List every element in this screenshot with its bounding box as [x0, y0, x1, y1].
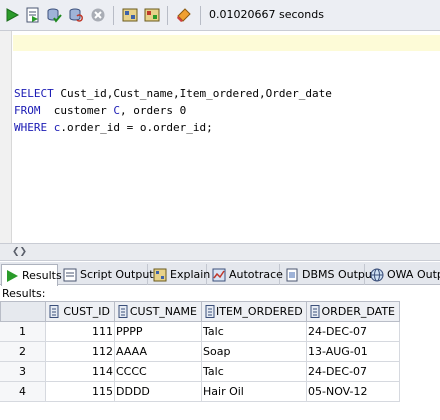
explain-button[interactable] [144, 7, 160, 23]
explain-icon [144, 8, 160, 22]
select-columns: Cust_id,Cust_name,Item_ordered,Order_dat… [53, 87, 332, 100]
cell-cust-name[interactable]: PPPP [115, 322, 202, 342]
where-condition: .order_id = o.order_id; [60, 121, 213, 134]
sql-editor[interactable]: SELECT Cust_id,Cust_name,Item_ordered,Or… [0, 31, 440, 243]
cell-order-date[interactable]: 05-NOV-12 [307, 382, 400, 402]
results-icon [5, 269, 19, 283]
cell-cust-id[interactable]: 115 [46, 382, 115, 402]
tab-label: OWA Outp [387, 268, 440, 281]
table-row[interactable]: 4 115 DDDD Hair Oil 05-NOV-12 [0, 382, 400, 402]
autotrace-icon [212, 268, 226, 282]
row-number: 1 [0, 322, 46, 342]
alias-c: C [113, 104, 120, 117]
explain-tab-icon [153, 268, 167, 282]
cell-cust-id[interactable]: 112 [46, 342, 115, 362]
code-line-2: FROM customer C, orders 0 [14, 103, 186, 119]
tab-label: Results [22, 269, 62, 282]
results-label: Results: [2, 287, 46, 300]
tab-results[interactable]: Results [1, 264, 62, 286]
column-header-label: CUST_ID [63, 305, 110, 318]
cell-order-date[interactable]: 24-DEC-07 [307, 322, 400, 342]
output-tabs: Results Script Output Explain Autotrace … [0, 262, 440, 286]
keyword-select: SELECT [14, 87, 54, 100]
editor-gutter [0, 31, 12, 243]
elapsed-time: 0.01020667 seconds [209, 8, 324, 21]
table-row[interactable]: 3 114 CCCC Talc 24-DEC-07 [0, 362, 400, 382]
toolbar-separator [113, 6, 114, 25]
table-row[interactable]: 1 111 PPPP Talc 24-DEC-07 [0, 322, 400, 342]
column-icon [310, 305, 320, 318]
commit-icon [47, 8, 62, 23]
tab-label: Script Output [80, 268, 154, 281]
code-line-1: SELECT Cust_id,Cust_name,Item_ordered,Or… [14, 86, 332, 102]
from-table-customer: customer [40, 104, 114, 117]
cell-order-date[interactable]: 24-DEC-07 [307, 362, 400, 382]
column-header-label: ORDER_DATE [321, 305, 395, 318]
dbms-output-icon [285, 268, 299, 282]
cell-item-ordered[interactable]: Talc [202, 322, 307, 342]
play-icon [6, 8, 20, 22]
column-icon [118, 305, 128, 318]
panel-splitter[interactable]: ❮❯ [0, 243, 440, 261]
script-output-icon [63, 268, 77, 282]
cell-item-ordered[interactable]: Talc [202, 362, 307, 382]
cell-order-date[interactable]: 13-AUG-01 [307, 342, 400, 362]
run-script-button[interactable] [25, 7, 41, 23]
alias-c-ref: c [47, 121, 61, 134]
tab-autotrace[interactable]: Autotrace [209, 264, 283, 285]
column-header-cust-name[interactable]: CUST_NAME [114, 301, 202, 322]
row-number: 3 [0, 362, 46, 382]
commit-button[interactable] [46, 7, 62, 23]
worksheet-toolbar: 0.01020667 seconds [0, 0, 440, 31]
keyword-from: FROM [14, 104, 41, 117]
tab-dbms-output[interactable]: DBMS Output [282, 264, 376, 285]
code-line-3: WHERE c.order_id = o.order_id; [14, 120, 213, 136]
cell-cust-id[interactable]: 114 [46, 362, 115, 382]
column-header-item-ordered[interactable]: ITEM_ORDERED [201, 301, 307, 322]
cell-cust-name[interactable]: DDDD [115, 382, 202, 402]
cancel-icon [91, 8, 105, 22]
clear-button[interactable] [176, 7, 192, 23]
collapse-arrows-icon[interactable]: ❮❯ [12, 247, 27, 257]
cancel-button[interactable] [90, 7, 106, 23]
eraser-icon [177, 8, 191, 22]
current-line-highlight [13, 35, 440, 51]
column-header-label: ITEM_ORDERED [216, 305, 303, 318]
script-icon [26, 7, 39, 23]
column-header-cust-id[interactable]: CUST_ID [45, 301, 115, 322]
tuning-icon [122, 8, 138, 22]
row-number-header [0, 301, 46, 322]
results-grid[interactable]: CUST_ID CUST_NAME ITEM_ORDERED ORDER_DAT… [0, 301, 440, 420]
keyword-where: WHERE [14, 121, 48, 134]
tab-script-output[interactable]: Script Output [60, 264, 154, 285]
toolbar-separator [167, 6, 168, 25]
cell-cust-name[interactable]: AAAA [115, 342, 202, 362]
run-statement-button[interactable] [4, 7, 20, 23]
tab-owa-output[interactable]: OWA Outp [367, 264, 440, 285]
sql-tuning-button[interactable] [122, 7, 138, 23]
cell-cust-id[interactable]: 111 [46, 322, 115, 342]
row-number: 2 [0, 342, 46, 362]
rollback-button[interactable] [68, 7, 84, 23]
column-icon [49, 305, 59, 318]
from-table-orders: , orders 0 [119, 104, 187, 117]
tab-label: Autotrace [229, 268, 283, 281]
cell-item-ordered[interactable]: Soap [202, 342, 307, 362]
table-row[interactable]: 2 112 AAAA Soap 13-AUG-01 [0, 342, 400, 362]
tab-explain[interactable]: Explain [150, 264, 211, 285]
owa-output-icon [370, 268, 384, 282]
column-header-order-date[interactable]: ORDER_DATE [306, 301, 400, 322]
tab-label: Explain [170, 268, 211, 281]
column-header-label: CUST_NAME [129, 305, 197, 318]
tab-label: DBMS Output [302, 268, 377, 281]
rollback-icon [69, 8, 83, 22]
row-number: 4 [0, 382, 46, 402]
cell-item-ordered[interactable]: Hair Oil [202, 382, 307, 402]
cell-cust-name[interactable]: CCCC [115, 362, 202, 382]
toolbar-separator [200, 6, 201, 25]
column-icon [205, 305, 215, 318]
